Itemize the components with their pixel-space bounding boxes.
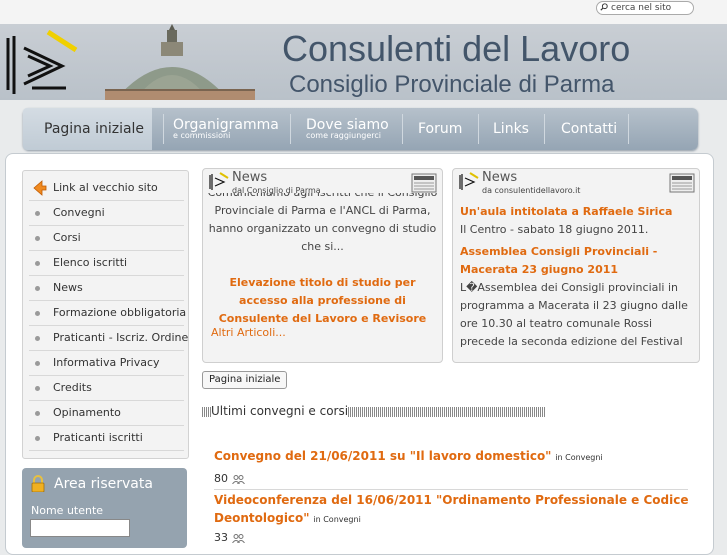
news-text: Il Centro - sabato 18 giugno 2011.	[460, 223, 649, 236]
lock-icon	[31, 475, 45, 492]
sidebar-item-convegni[interactable]: Convegni	[29, 201, 184, 226]
nav-pagina-iniziale[interactable]: Pagina iniziale	[23, 108, 152, 150]
newspaper-icon	[669, 173, 695, 193]
bullet-icon	[35, 361, 40, 366]
nav-divider	[402, 114, 403, 144]
nav-links[interactable]: Links	[493, 108, 533, 150]
bullet-icon	[35, 211, 40, 216]
news-title: News	[482, 170, 518, 185]
attendee-count: 33	[214, 531, 245, 544]
site-logo	[6, 29, 78, 94]
reserved-area-panel: Area riservata Nome utente	[22, 468, 187, 548]
bullet-icon	[35, 386, 40, 391]
bullet-icon	[35, 286, 40, 291]
news-text: L�Assemblea dei Consigli provinciali in …	[460, 281, 688, 348]
more-articles-link[interactable]: Altri Articoli...	[211, 326, 286, 339]
people-icon	[231, 474, 245, 484]
section-title: Ultimi convegni e corsi	[202, 404, 546, 418]
nav-dove-siamo[interactable]: Dove siamo come raggiungerci	[306, 108, 396, 150]
sidebar-item-praticanti-iscritti[interactable]: Praticanti iscritti	[29, 426, 184, 451]
sidebar-item-elenco-iscritti[interactable]: Elenco iscritti	[29, 251, 184, 276]
sidebar-item-privacy[interactable]: Informativa Privacy	[29, 351, 184, 376]
news-link-assemblea[interactable]: Assemblea Consigli Provinciali - Macerat…	[460, 243, 694, 279]
sidebar-item-credits[interactable]: Credits	[29, 376, 184, 401]
nav-contatti[interactable]: Contatti	[561, 108, 621, 150]
decorative-bars	[202, 406, 211, 417]
username-label: Nome utente	[31, 504, 104, 517]
bullet-icon	[35, 261, 40, 266]
news-box-parma: News dal Consiglio di Parma Comunichiamo…	[202, 168, 443, 363]
site-title: Consulenti del Lavoro	[282, 28, 631, 69]
news-link[interactable]: Elevazione titolo di studio per accesso …	[207, 274, 438, 327]
bullet-icon	[35, 236, 40, 241]
news-scroller: Comunichiamo agli iscritti che il Consig…	[207, 193, 438, 327]
nav-divider	[628, 114, 629, 144]
home-button[interactable]: Pagina iniziale	[202, 371, 288, 389]
bullet-icon	[35, 311, 40, 316]
divider	[214, 489, 688, 490]
sidebar-item-opinamento[interactable]: Opinamento	[29, 401, 184, 426]
attendee-count: 80	[214, 472, 245, 485]
search-input[interactable]: cerca nel sito	[596, 1, 694, 15]
news-subtitle: da consulentidellavoro.it	[482, 186, 581, 195]
search-icon	[600, 3, 608, 11]
site-header: Consulenti del Lavoro Consiglio Provinci…	[0, 24, 727, 100]
news-header: News da consulentidellavoro.it	[453, 169, 699, 197]
people-icon	[231, 533, 245, 543]
site-logo-icon	[209, 172, 229, 190]
site-logo-icon	[459, 172, 479, 190]
sidebar-menu: Link al vecchio sito Convegni Corsi Elen…	[22, 170, 189, 459]
username-field[interactable]	[30, 519, 130, 537]
bullet-icon	[35, 411, 40, 416]
arrow-left-icon	[33, 180, 47, 196]
top-bar: cerca nel sito	[0, 0, 727, 25]
news-link-sirica[interactable]: Un'aula intitolata a Raffaele Sirica	[460, 203, 694, 221]
search-placeholder: cerca nel sito	[611, 3, 672, 13]
sidebar-item-old-site[interactable]: Link al vecchio sito	[29, 176, 184, 201]
main-navigation: Pagina iniziale Organigramma e commissio…	[23, 108, 698, 150]
sidebar-item-praticanti-iscriz[interactable]: Praticanti - Iscriz. Ordine	[29, 326, 188, 351]
sidebar-item-corsi[interactable]: Corsi	[29, 226, 184, 251]
nav-organigramma[interactable]: Organigramma e commissioni	[173, 108, 283, 150]
sidebar-item-news[interactable]: News	[29, 276, 184, 301]
news-box-national: News da consulentidellavoro.it Un'aula i…	[452, 168, 700, 363]
sidebar-item-formazione[interactable]: Formazione obbligatoria	[29, 301, 186, 326]
convegno-item[interactable]: Videoconferenza del 16/06/2011 "Ordiname…	[214, 491, 688, 529]
decorative-bars	[348, 406, 546, 417]
nav-forum[interactable]: Forum	[418, 108, 468, 150]
news-title: News	[232, 170, 268, 185]
convegno-item[interactable]: Convegno del 21/06/2011 su "Il lavoro do…	[214, 449, 603, 463]
nav-divider	[290, 114, 291, 144]
cathedral-dome-image	[105, 24, 255, 100]
newspaper-icon	[411, 173, 437, 193]
nav-divider	[478, 114, 479, 144]
nav-divider	[163, 114, 164, 144]
bullet-icon	[35, 336, 40, 341]
nav-divider	[544, 114, 545, 144]
site-subtitle: Consiglio Provinciale di Parma	[289, 71, 615, 98]
news-text: Comunichiamo agli iscritti che il Consig…	[208, 193, 438, 253]
news-scroller: Un'aula intitolata a Raffaele Sirica Il …	[460, 203, 694, 359]
reserved-area-title: Area riservata	[54, 476, 153, 492]
bullet-icon	[35, 436, 40, 441]
